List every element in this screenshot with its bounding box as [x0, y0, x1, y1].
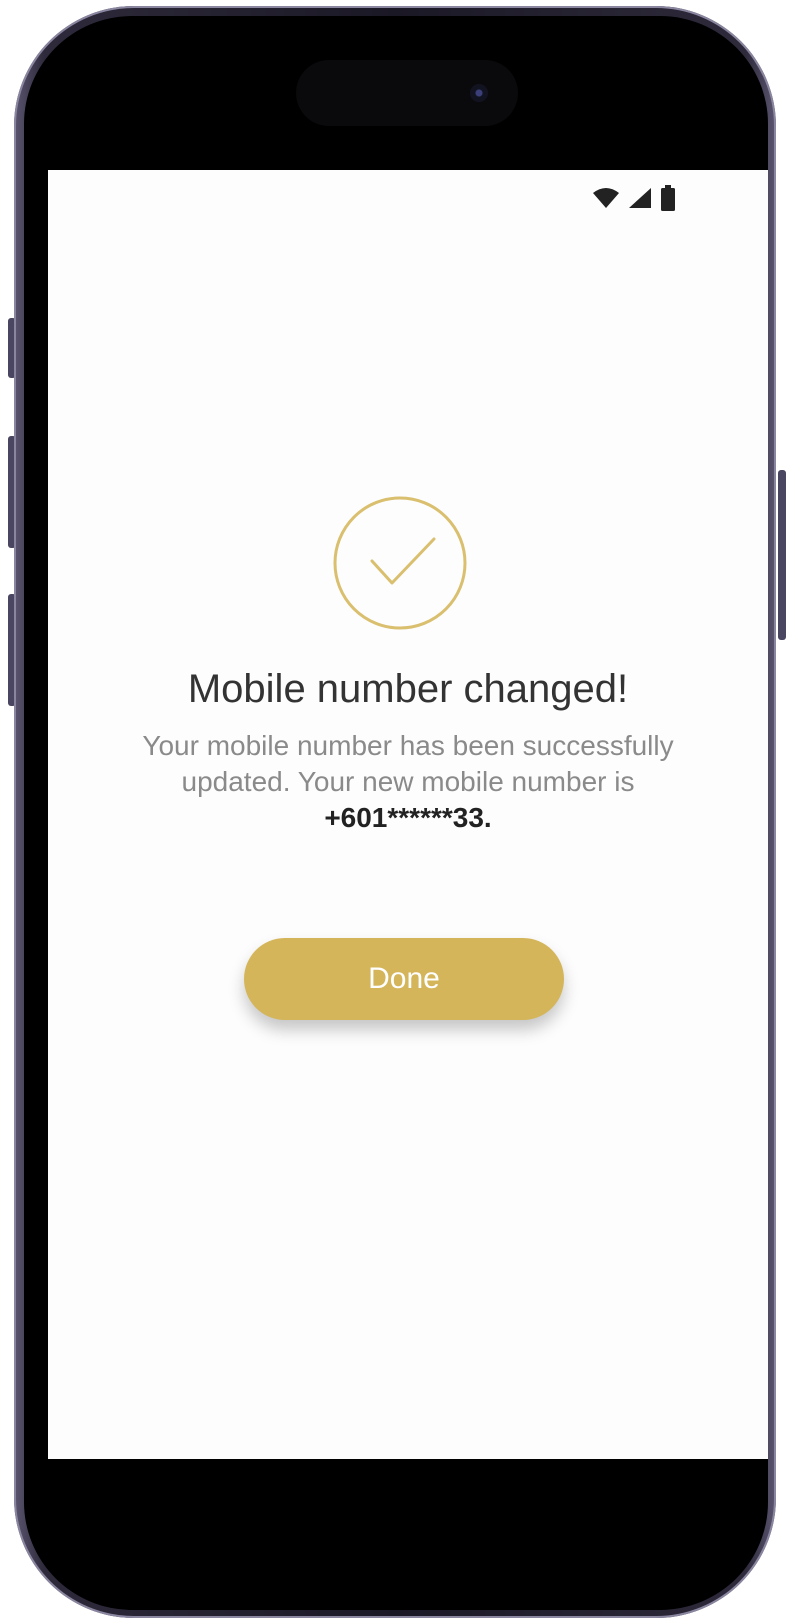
front-camera-icon [470, 84, 488, 102]
masked-mobile-number: +601******33. [324, 802, 492, 833]
power-button [778, 470, 786, 640]
page-title: Mobile number changed! [187, 667, 629, 711]
done-button[interactable]: Done [244, 938, 564, 1020]
wifi-icon [593, 188, 619, 208]
app-screen: Mobile number changed! Your mobile numbe… [48, 170, 768, 1459]
dynamic-island [296, 60, 518, 126]
confirmation-message-text: Your mobile number has been successfully… [142, 730, 674, 797]
confirmation-message: Your mobile number has been successfully… [88, 728, 728, 836]
cellular-signal-icon [629, 188, 651, 208]
checkmark-circle-icon [333, 496, 467, 630]
status-bar [592, 184, 676, 212]
battery-icon [661, 185, 675, 211]
device-mockup: Mobile number changed! Your mobile numbe… [0, 0, 795, 1621]
